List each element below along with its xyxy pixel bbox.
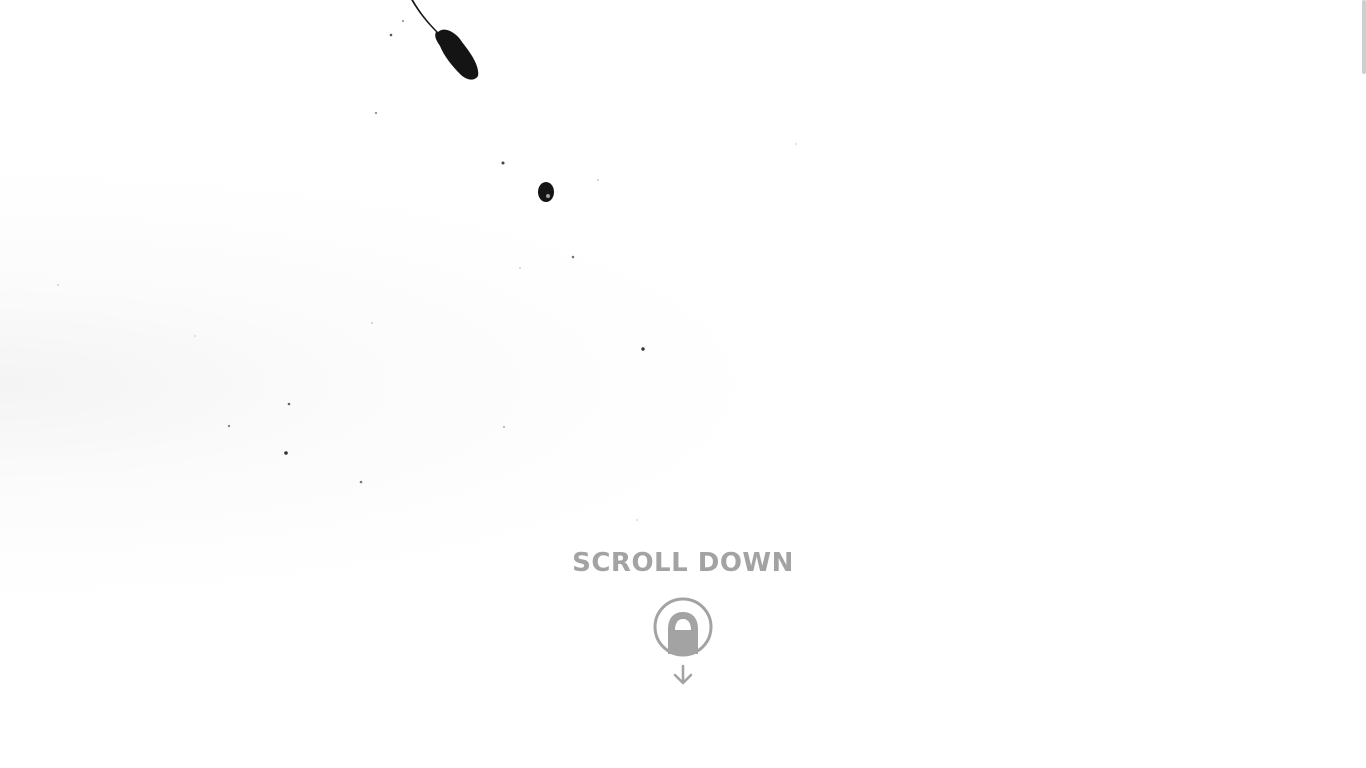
scrollbar-thumb[interactable] — [1362, 0, 1366, 74]
scroll-down-button[interactable]: SCROLL DOWN — [533, 546, 833, 686]
scroll-down-label: SCROLL DOWN — [572, 548, 794, 578]
down-arrow-icon — [673, 664, 693, 685]
hero-section: SCROLL DOWN — [0, 0, 1366, 768]
mouse-icon — [653, 597, 713, 657]
